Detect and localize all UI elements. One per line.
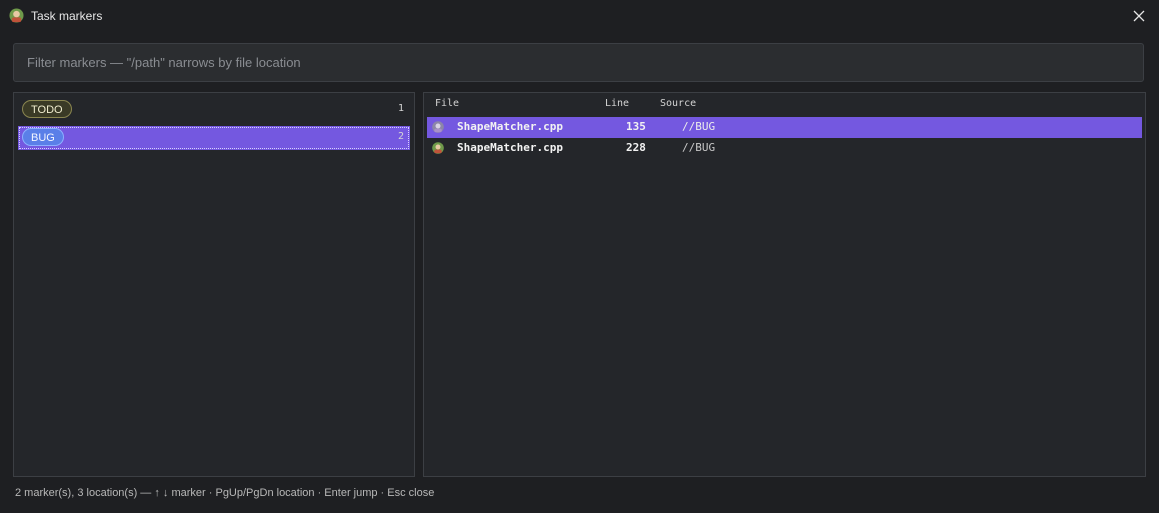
face-icon [9,8,24,23]
marker-item-todo[interactable]: TODO 1 [18,98,410,122]
column-header-source[interactable]: Source [660,98,696,109]
marker-list: TODO 1 BUG 2 [13,92,415,477]
task-markers-window: Task markers TODO 1 BUG 2 File Line Sour… [0,0,1159,513]
face-icon [432,121,444,133]
close-icon [1133,10,1145,22]
location-row[interactable]: ShapeMatcher.cpp 135 //BUG [427,117,1142,138]
filter-field[interactable] [13,43,1144,82]
status-bar: 2 marker(s), 3 location(s) — ↑ ↓ marker … [15,487,435,499]
marker-count: 2 [397,131,404,142]
source-text: //BUG [682,141,716,154]
window-title: Task markers [31,9,103,23]
marker-tag-todo: TODO [22,100,72,118]
marker-item-bug[interactable]: BUG 2 [18,126,410,150]
file-name: ShapeMatcher.cpp [457,141,563,154]
face-icon [432,142,444,154]
column-header-file[interactable]: File [435,98,459,109]
column-header-line[interactable]: Line [605,98,629,109]
source-text: //BUG [682,120,716,133]
marker-tag-bug: BUG [22,128,64,146]
line-number: 228 [626,141,646,154]
line-number: 135 [626,120,646,133]
location-row[interactable]: ShapeMatcher.cpp 228 //BUG [427,138,1142,159]
close-button[interactable] [1129,6,1149,26]
filter-input[interactable] [25,54,1132,71]
title-bar: Task markers [0,0,1159,32]
file-name: ShapeMatcher.cpp [457,120,563,133]
location-list: File Line Source ShapeMatcher.cpp 135 //… [423,92,1146,477]
marker-count: 1 [397,103,404,114]
